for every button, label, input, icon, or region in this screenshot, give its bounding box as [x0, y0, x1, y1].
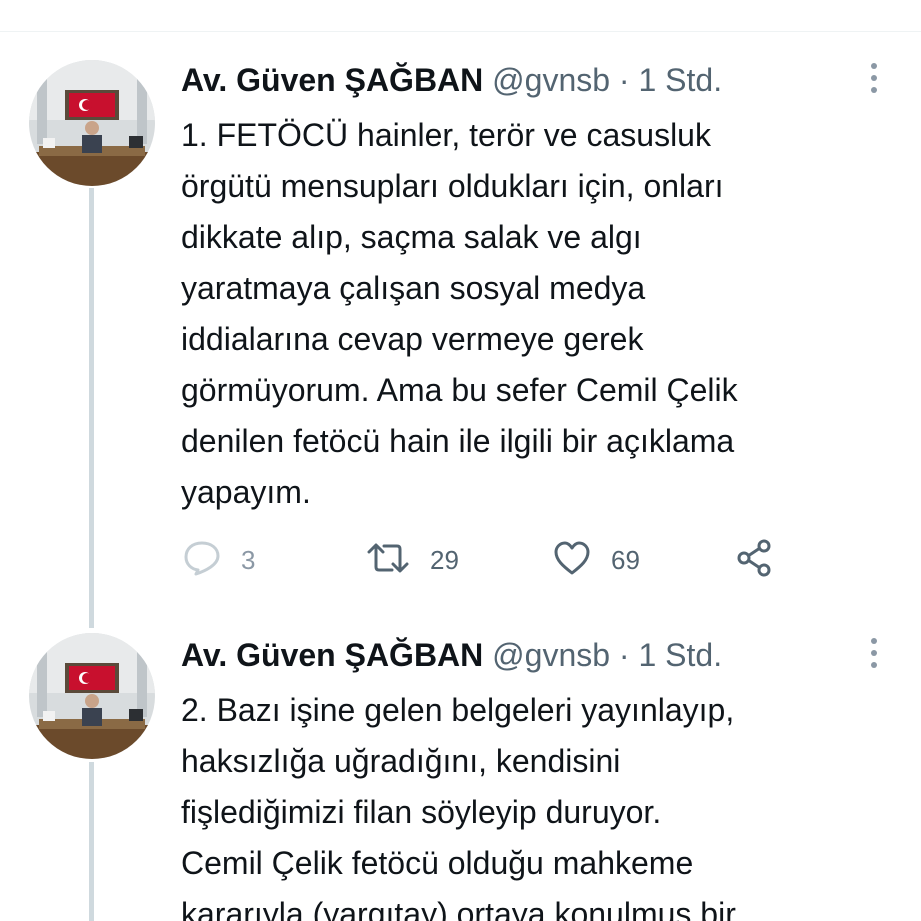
- more-icon[interactable]: [866, 62, 882, 96]
- reply-icon: [183, 540, 221, 581]
- reply-count: 3: [241, 544, 256, 575]
- more-icon[interactable]: [866, 637, 882, 671]
- tweet-actions: 3 29 69: [181, 538, 801, 582]
- reply-button[interactable]: 3: [183, 538, 255, 582]
- author-name[interactable]: Av. Güven ŞAĞBAN: [181, 637, 483, 673]
- avatar-image: [29, 633, 155, 759]
- like-icon: [553, 540, 591, 581]
- avatar-image: [29, 60, 155, 186]
- tweet-text: 2. Bazı işine gelen belgeleri yayınlayıp…: [181, 692, 736, 921]
- like-count: 69: [611, 544, 640, 575]
- thread-line: [89, 188, 94, 628]
- retweet-icon: [366, 541, 410, 580]
- share-button[interactable]: [735, 538, 775, 582]
- handle-time[interactable]: @gvnsb · 1 Std.: [492, 62, 722, 98]
- tweet-header: Av. Güven ŞAĞBAN @gvnsb · 1 Std.: [181, 60, 722, 100]
- tweet-text: 1. FETÖCÜ hainler, terör ve casusluk örg…: [181, 117, 738, 510]
- top-divider: [0, 31, 921, 32]
- like-button[interactable]: 69: [553, 538, 640, 582]
- avatar[interactable]: [29, 633, 155, 759]
- share-icon: [735, 538, 775, 583]
- retweet-count: 29: [430, 544, 459, 575]
- retweet-button[interactable]: 29: [366, 538, 459, 582]
- handle-time[interactable]: @gvnsb · 1 Std.: [492, 637, 722, 673]
- thread-line: [89, 762, 94, 921]
- avatar[interactable]: [29, 60, 155, 186]
- tweet-thread: Av. Güven ŞAĞBAN @gvnsb · 1 Std. 1. FETÖ…: [0, 0, 921, 921]
- tweet-header: Av. Güven ŞAĞBAN @gvnsb · 1 Std.: [181, 635, 722, 675]
- author-name[interactable]: Av. Güven ŞAĞBAN: [181, 62, 483, 98]
